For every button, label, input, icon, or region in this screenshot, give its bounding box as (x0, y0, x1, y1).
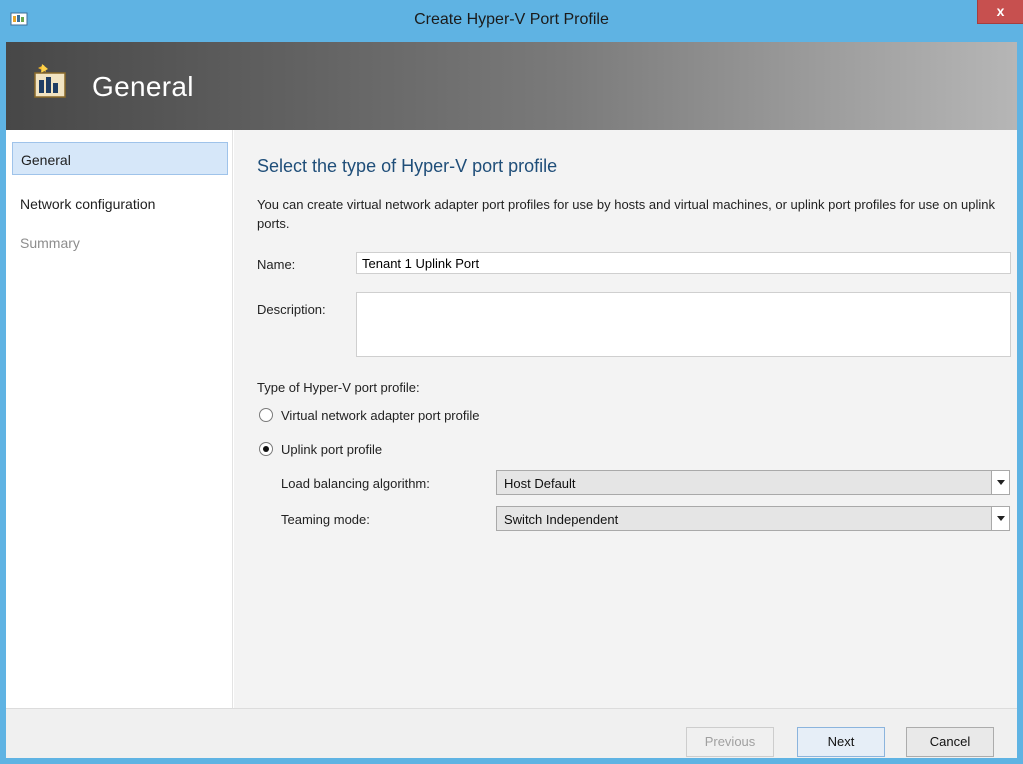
close-button[interactable]: x (977, 0, 1023, 24)
intro-text: You can create virtual network adapter p… (257, 197, 996, 231)
virtual-adapter-radio[interactable] (259, 408, 273, 422)
uplink-label[interactable]: Uplink port profile (281, 442, 382, 457)
page-banner: General (6, 42, 1017, 130)
nav-item-summary: Summary (20, 235, 80, 251)
page-heading: Select the type of Hyper-V port profile (257, 156, 558, 176)
chevron-down-icon[interactable] (991, 471, 1009, 494)
teaming-mode-dropdown[interactable]: Switch Independent (496, 506, 1010, 531)
load-balancing-value: Host Default (504, 476, 576, 491)
cancel-button[interactable]: Cancel (906, 727, 994, 757)
description-label: Description: (257, 302, 326, 317)
wizard-navigation: General Network configuration Summary (6, 130, 233, 708)
banner-title: General (92, 71, 194, 102)
window-title: Create Hyper-V Port Profile (414, 11, 609, 28)
dialog-window: Create Hyper-V Port Profile x General Ge… (0, 0, 1023, 764)
uplink-radio[interactable] (259, 442, 273, 456)
teaming-mode-label: Teaming mode: (281, 512, 370, 527)
next-button[interactable]: Next (797, 727, 885, 757)
wizard-page-icon (32, 64, 68, 100)
previous-button[interactable]: Previous (686, 727, 774, 757)
nav-item-general[interactable]: General (12, 142, 228, 175)
name-label: Name: (257, 257, 296, 272)
description-field[interactable] (356, 292, 1011, 357)
button-bar: Previous Next Cancel (6, 708, 1017, 758)
load-balancing-dropdown[interactable]: Host Default (496, 470, 1010, 495)
profile-type-label: Type of Hyper-V port profile: (257, 380, 420, 395)
title-bar[interactable]: Create Hyper-V Port Profile x (0, 0, 1023, 42)
chevron-down-icon[interactable] (991, 507, 1009, 530)
load-balancing-label: Load balancing algorithm: (281, 476, 430, 491)
main-panel: Select the type of Hyper-V port profile … (234, 130, 1017, 708)
nav-item-network-configuration[interactable]: Network configuration (12, 187, 228, 220)
name-field[interactable]: Tenant 1 Uplink Port (356, 252, 1011, 274)
virtual-adapter-label[interactable]: Virtual network adapter port profile (281, 408, 479, 423)
teaming-mode-value: Switch Independent (504, 512, 619, 527)
